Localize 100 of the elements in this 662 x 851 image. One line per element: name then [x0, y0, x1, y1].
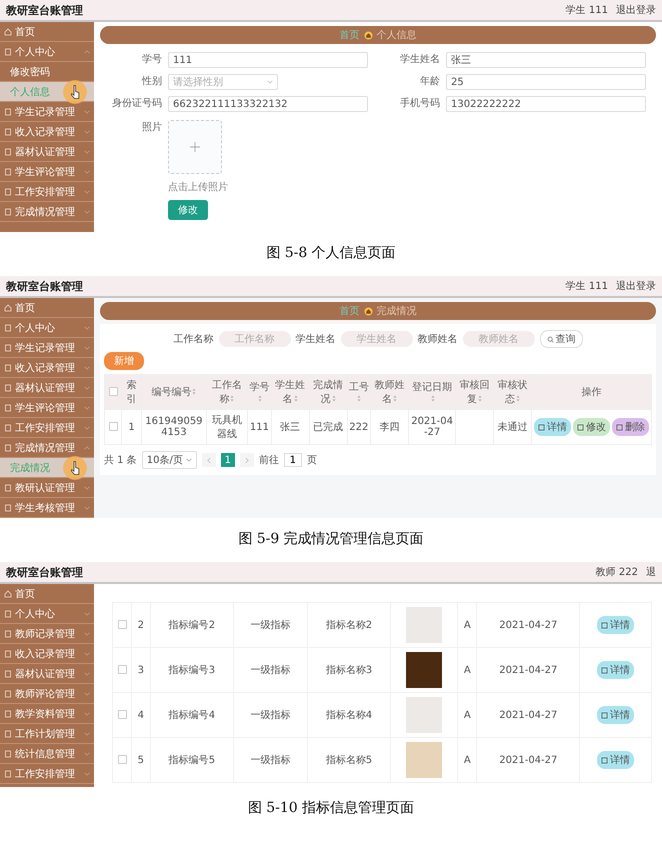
column-header: 登记日期: [408, 374, 456, 410]
photo-placeholder: [406, 652, 442, 688]
submit-button[interactable]: 修改: [168, 200, 208, 220]
chevron-down-icon: [84, 130, 90, 134]
chevron-down-icon: [84, 632, 90, 636]
document-icon: [4, 444, 12, 452]
add-button[interactable]: 新增: [104, 352, 144, 370]
column-header: 学号: [248, 374, 272, 410]
checkbox[interactable]: [108, 387, 118, 396]
chevron-right-icon: [244, 456, 249, 464]
logout-link[interactable]: 退出登录: [616, 3, 656, 17]
document-icon: [601, 666, 608, 674]
table-cell: 5: [132, 738, 150, 782]
delete-button[interactable]: 删除: [612, 418, 649, 436]
document-icon: [4, 404, 12, 412]
detail-button[interactable]: 详情: [597, 661, 634, 679]
detail-button[interactable]: 详情: [597, 616, 634, 634]
app-title: 教研室台账管理: [6, 2, 83, 18]
next-page-button[interactable]: [240, 453, 254, 467]
user-label: 教师 222: [596, 566, 638, 579]
document-icon: [4, 384, 12, 392]
page-number-field[interactable]: 1: [284, 453, 302, 467]
column-header: 教师姓名: [370, 374, 409, 410]
document-icon: [4, 670, 12, 678]
edit-button[interactable]: 修改: [572, 418, 610, 436]
checkbox[interactable]: [118, 620, 126, 630]
plus-icon: [190, 142, 200, 152]
user-label: 学生 111: [566, 4, 608, 17]
document-icon: [4, 108, 12, 116]
previous-page-button[interactable]: [202, 453, 216, 467]
search-field[interactable]: 工作名称: [218, 331, 290, 347]
chevron-up-icon: [84, 446, 90, 450]
page-size-select[interactable]: 10条/页: [142, 451, 197, 469]
chevron-down-icon: [84, 150, 90, 154]
column-header: 完成情况: [309, 374, 348, 410]
table-cell: 指标名称2: [307, 602, 391, 648]
chevron-down-icon: [84, 652, 90, 656]
document-icon: [4, 148, 12, 156]
checkbox[interactable]: [118, 665, 126, 674]
house-icon: [4, 28, 12, 36]
text-field[interactable]: 13022222222: [446, 96, 646, 112]
field-label: 学生姓名: [399, 52, 440, 67]
search-label: 教师姓名: [418, 333, 458, 346]
column-header: 审核回复: [456, 374, 494, 410]
checkbox[interactable]: [118, 755, 126, 764]
chevron-down-icon: [84, 406, 90, 410]
document-icon: [4, 424, 12, 432]
text-field[interactable]: 111: [168, 52, 368, 68]
text-field[interactable]: 25: [446, 74, 646, 90]
upload-box[interactable]: [168, 120, 222, 174]
document-icon: [4, 610, 12, 618]
checkbox[interactable]: [108, 422, 118, 432]
gender-select[interactable]: 请选择性别: [168, 74, 278, 90]
app-title: 教研室台账管理: [6, 564, 83, 580]
breadcrumb-link[interactable]: 首页: [340, 304, 360, 318]
text-field[interactable]: 662322111133322132: [168, 96, 368, 112]
table-cell: 张三: [271, 410, 310, 444]
table-cell: 一级指标: [234, 602, 308, 648]
table-cell: A: [458, 738, 477, 782]
document-icon: [538, 424, 545, 430]
chevron-down-icon: [84, 170, 90, 174]
document-icon: [601, 712, 608, 718]
document-icon: [4, 208, 12, 216]
search-label: 工作名称: [174, 333, 214, 346]
table-cell: 指标编号3: [150, 648, 234, 692]
column-header: 学生姓名: [271, 374, 310, 410]
breadcrumb-current: 个人信息: [376, 28, 416, 42]
detail-button[interactable]: 详情: [597, 751, 634, 769]
house-icon: [4, 590, 12, 598]
user-label: 学生 111: [566, 280, 608, 293]
chevron-down-icon: [84, 426, 90, 430]
search-field[interactable]: 学生姓名: [340, 331, 412, 347]
detail-button[interactable]: 详情: [597, 706, 634, 724]
table-cell: 一级指标: [234, 648, 308, 692]
chevron-down-icon: [84, 672, 90, 676]
table-cell: 一级指标: [234, 738, 308, 782]
search-button[interactable]: 查询: [540, 330, 582, 348]
photo-placeholder: [406, 742, 442, 778]
document-icon: [4, 484, 12, 492]
field-label: 学号: [141, 53, 162, 67]
house-icon: [364, 30, 372, 40]
table-cell: 一级指标: [234, 692, 308, 738]
checkbox[interactable]: [118, 710, 126, 720]
breadcrumb-link[interactable]: 首页: [340, 28, 360, 42]
column-header: 工号: [347, 374, 371, 410]
page-button[interactable]: 1: [220, 453, 235, 467]
chevron-up-icon: [84, 50, 90, 54]
text-field[interactable]: 张三: [446, 52, 646, 68]
chevron-down-icon: [84, 346, 90, 350]
table-cell: 2021-04-27: [476, 738, 580, 782]
chevron-down-icon: [84, 386, 90, 390]
chevron-down-icon: [84, 486, 90, 490]
total-count: 共 1 条: [104, 454, 137, 467]
search-field[interactable]: 教师姓名: [462, 331, 534, 347]
logout-link[interactable]: 退: [646, 565, 656, 579]
document-icon: [4, 128, 12, 136]
table-cell: 1619490594153: [142, 410, 206, 444]
document-icon: [4, 690, 12, 698]
logout-link[interactable]: 退出登录: [616, 279, 656, 293]
detail-button[interactable]: 详情: [534, 418, 571, 436]
